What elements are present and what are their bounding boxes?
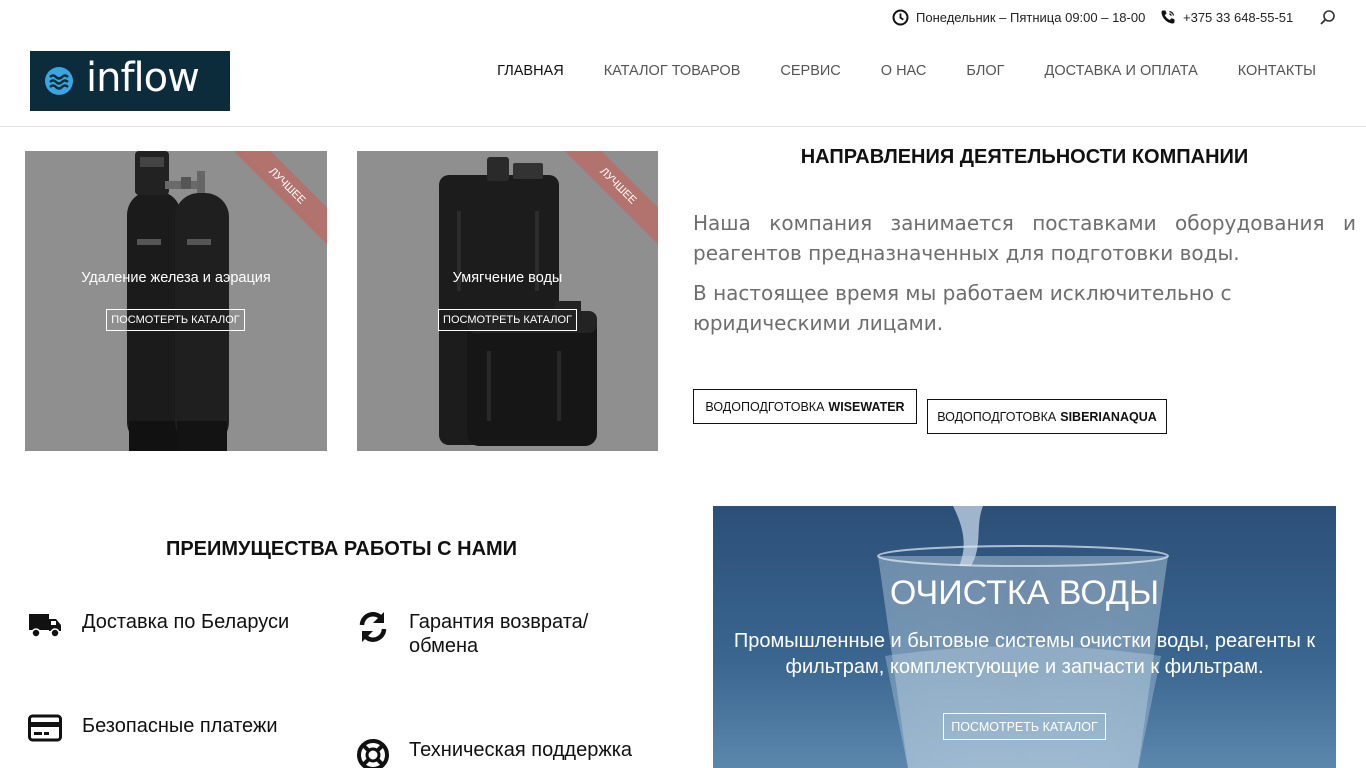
nav-item-blog[interactable]: БЛОГ [966, 63, 1004, 79]
advantage-payments: Безопасные платежи [28, 714, 278, 742]
nav-item-catalog[interactable]: КАТАЛОГ ТОВАРОВ [604, 63, 741, 79]
card-title: Удаление железа и аэрация [81, 270, 271, 286]
phone-number[interactable]: +375 33 648-55-51 [1183, 10, 1293, 25]
nav-item-service[interactable]: СЕРВИС [780, 63, 840, 79]
logo[interactable]: inflow [30, 51, 230, 111]
main-nav: ГЛАВНАЯ КАТАЛОГ ТОВАРОВ СЕРВИС О НАС БЛО… [457, 63, 1316, 79]
view-catalog-button[interactable]: ПОСМОТЕРТЬ КАТАЛОГ [106, 309, 245, 331]
advantage-delivery: Доставка по Беларуси [28, 610, 289, 640]
advantage-label: Гарантия возврата/ обмена [409, 611, 589, 657]
nav-item-delivery[interactable]: ДОСТАВКА И ОПЛАТА [1045, 63, 1198, 79]
about-paragraph-1: Наша компания занимается поставками обор… [693, 211, 1356, 265]
advantages-title: ПРЕИМУЩЕСТВА РАБОТЫ С НАМИ [165, 538, 518, 560]
product-card-iron-removal[interactable]: ЛУЧШЕЕ Удаление железа и аэрация ПОСМОТЕ… [25, 151, 327, 451]
top-bar: Понедельник – Пятница 09:00 – 18-00 +375… [0, 0, 1366, 36]
advantage-label: Техническая поддержка [409, 739, 633, 761]
view-catalog-button[interactable]: ПОСМОТРЕТЬ КАТАЛОГ [438, 309, 577, 331]
advantage-return: Гарантия возврата/ обмена [356, 610, 656, 658]
product-card-water-softening[interactable]: ЛУЧШЕЕ Умягчение воды ПОСМОТРЕТЬ КАТАЛОГ [357, 151, 658, 451]
logo-text: inflow [86, 55, 200, 101]
search-button[interactable] [1319, 9, 1336, 31]
about-paragraph-2: В настоящее время мы работаем исключител… [693, 281, 1232, 335]
advantage-label: Безопасные платежи [82, 715, 278, 737]
advantage-label: Доставка по Беларуси [82, 611, 290, 633]
working-hours-text: Понедельник – Пятница 09:00 – 18-00 [916, 10, 1146, 25]
siberianaqua-button-prefix: ВОДОПОДГОТОВКА [937, 409, 1057, 424]
truck-icon [29, 614, 61, 638]
wisewater-button[interactable]: ВОДОПОДГОТОВКА WISEWATER [693, 389, 917, 424]
credit-card-icon [28, 714, 62, 742]
nav-item-home[interactable]: ГЛАВНАЯ [497, 63, 564, 79]
site-header: inflow ГЛАВНАЯ КАТАЛОГ ТОВАРОВ СЕРВИС О … [0, 36, 1366, 127]
advantage-support: Техническая поддержка [356, 738, 632, 768]
siberianaqua-button-brand: SIBERIANAQUA [1060, 409, 1157, 424]
banner-title: ОЧИСТКА ВОДЫ [889, 574, 1160, 612]
phone-contact[interactable]: +375 33 648-55-51 [1160, 9, 1293, 25]
card-title: Умягчение воды [452, 270, 563, 286]
water-waves-icon [45, 67, 73, 95]
search-icon [1320, 10, 1335, 25]
clock-icon [892, 9, 909, 26]
nav-item-contacts[interactable]: КОНТАКТЫ [1238, 63, 1316, 79]
nav-item-about[interactable]: О НАС [881, 63, 927, 79]
lifebuoy-icon [357, 739, 389, 768]
refresh-icon [359, 612, 387, 642]
wisewater-button-prefix: ВОДОПОДГОТОВКА [705, 399, 825, 414]
banner-catalog-button[interactable]: ПОСМОТРЕТЬ КАТАЛОГ [943, 713, 1106, 740]
siberianaqua-button[interactable]: ВОДОПОДГОТОВКА SIBERIANAQUA [927, 399, 1167, 434]
about-title: НАПРАВЛЕНИЯ ДЕЯТЕЛЬНОСТИ КОМПАНИИ [800, 146, 1249, 168]
phone-icon [1161, 10, 1175, 24]
banner-subtitle: Промышленные и бытовые системы очистки в… [733, 630, 1316, 678]
wisewater-button-brand: WISEWATER [828, 399, 905, 414]
working-hours: Понедельник – Пятница 09:00 – 18-00 [892, 9, 1145, 26]
water-purification-banner: ОЧИСТКА ВОДЫ Промышленные и бытовые сист… [713, 506, 1336, 768]
